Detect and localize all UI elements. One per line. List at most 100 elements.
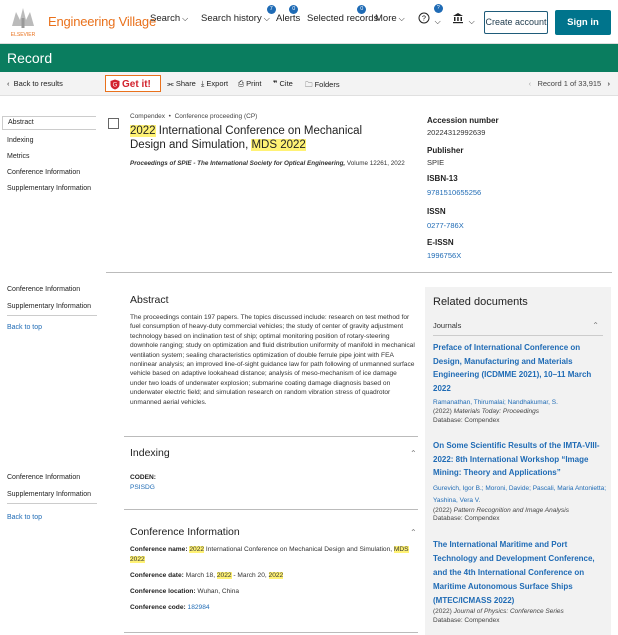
help-badge: ? [433,4,443,13]
nav-search-history[interactable]: Search history ⌵ 7 [201,5,276,24]
conference-date: Conference date: March 18, 2022 - March … [130,572,284,579]
coden-link[interactable]: PSISDG [130,483,415,493]
sidebar-item-supplementary-information[interactable]: Supplementary Information [7,303,91,310]
printer-icon: ⎙ [238,79,244,88]
isbn-link[interactable]: 9781510655256 [427,188,481,197]
document-type: Conference proceeding (CP) [174,113,258,120]
record-toolbar: ‹ Back to results G Get it! ⫘ Share ⤓ Ex… [0,72,618,96]
conference-heading[interactable]: Conference Information [130,526,240,538]
sidebar-item-supplementary-information[interactable]: Supplementary Information [7,491,91,498]
related-doc-journal: (2022) Materials Today: Proceedings [433,408,539,415]
institution-menu[interactable]: ⌵ [452,12,475,27]
nav-more[interactable]: More ⌵ [375,13,405,24]
sidebar-item-abstract[interactable]: Abstract [2,116,96,130]
related-doc-title[interactable]: On Some Scientific Results of the IMTA-V… [433,439,607,480]
svg-text:?: ? [422,16,426,23]
download-icon: ⤓ [201,79,205,88]
create-account-button[interactable]: Create account [484,11,548,34]
back-to-results-link[interactable]: ‹ Back to results [7,79,63,88]
folder-icon: 🗀 [305,80,313,89]
print-button[interactable]: ⎙ Print [238,79,262,89]
conference-location: Conference location: Wuhan, China [130,588,240,595]
sidebar-item-conference-information[interactable]: Conference Information [7,169,80,176]
sidebar-divider [7,315,97,316]
sidebar-item-metrics[interactable]: Metrics [7,153,30,160]
sidebar-item-conference-information[interactable]: Conference Information [7,474,80,481]
accession-number-value: 20224312992639 [427,128,486,137]
related-doc-item: Preface of International Conference on D… [433,341,607,425]
related-doc-title[interactable]: Preface of International Conference on D… [433,341,607,395]
related-doc-title[interactable]: The International Maritime and Port Tech… [433,538,607,608]
sidebar-item-indexing[interactable]: Indexing [7,137,33,144]
section-divider [124,509,418,510]
folders-button[interactable]: 🗀 Folders [305,79,340,92]
get-it-button[interactable]: G Get it! [105,75,161,92]
sidebar-divider [7,503,97,504]
page-title: Record [0,44,618,72]
record-source: Proceedings of SPIE - The International … [130,160,405,167]
sign-in-button[interactable]: Sign in [555,10,611,35]
back-to-top-link[interactable]: Back to top [7,324,42,331]
nav-search[interactable]: Search ⌵ [150,13,188,24]
related-doc-item: On Some Scientific Results of the IMTA-V… [433,439,607,524]
back-to-top-link[interactable]: Back to top [7,514,42,521]
share-icon: ⫘ [167,79,174,88]
issn-label: ISSN [427,207,446,216]
chevron-left-icon: ‹ [7,79,10,88]
sidebar-item-conference-information[interactable]: Conference Information [7,286,80,293]
chevron-down-icon: ⌵ [182,14,189,23]
record-meta: Compendex • Conference proceeding (CP) [130,113,257,120]
elsevier-logo[interactable]: ELSEVIER [6,4,40,38]
section-divider [124,436,418,437]
related-documents-heading: Related documents [433,296,528,308]
svg-text:ELSEVIER: ELSEVIER [11,32,36,38]
indexing-heading[interactable]: Indexing [130,447,170,459]
export-button[interactable]: ⤓ Export [201,79,228,89]
chevron-down-icon: ⌵ [468,17,475,26]
nav-selected-records[interactable]: Selected records 0 [307,5,378,24]
journals-toggle[interactable]: Journals [433,321,461,330]
collapse-chevron-icon[interactable]: ⌃ [592,321,599,330]
isbn-label: ISBN-13 [427,174,458,183]
sidebar-item-supplementary-information[interactable]: Supplementary Information [7,185,91,192]
previous-record-icon[interactable]: ‹ [529,79,532,88]
related-doc-authors[interactable]: Ramanathan, Thirumalai; Nandhakumar, S. [433,398,607,408]
source-title[interactable]: Proceedings of SPIE - The International … [130,160,345,167]
svg-text:G: G [113,82,118,88]
issn-link[interactable]: 0277-786X [427,221,464,230]
eissn-label: E-ISSN [427,238,454,247]
related-doc-journal: (2022) Journal of Physics: Conference Se… [433,608,564,615]
related-doc-item: The International Maritime and Port Tech… [433,538,607,625]
record-title: 2022 International Conference on Mechani… [130,125,363,151]
conference-name: Conference name: 2022 International Conf… [130,546,409,563]
help-icon: ? [418,12,430,24]
cite-button[interactable]: ❞ Cite [273,79,293,88]
chevron-down-icon: ⌵ [263,14,270,23]
related-doc-database: Database: Compendex [433,515,500,522]
conference-code: Conference code: 182984 [130,604,210,611]
publisher-label: Publisher [427,146,464,155]
collapse-chevron-icon[interactable]: ⌃ [410,449,417,458]
chevron-down-icon: ⌵ [398,14,405,23]
brand-name[interactable]: Engineering Village [48,14,156,29]
help-menu[interactable]: ? ⌵ ? [418,4,443,27]
share-button[interactable]: ⫘ Share [167,79,196,89]
conference-code-link[interactable]: 182984 [188,604,210,611]
select-record-checkbox[interactable] [108,118,119,129]
related-doc-journal: (2022) Pattern Recognition and Image Ana… [433,506,569,514]
panel-divider [433,335,603,336]
related-doc-database: Database: Compendex [433,616,500,624]
nav-alerts[interactable]: Alerts 0 [276,5,300,24]
section-divider [106,272,612,273]
next-record-icon[interactable]: › [608,79,611,88]
section-divider [124,632,418,633]
related-doc-authors[interactable]: Gurevich, Igor B.; Moroni, Davide; Pasca… [433,483,607,507]
abstract-heading: Abstract [130,294,169,306]
abstract-text: The proceedings contain 197 papers. The … [130,314,415,406]
collapse-chevron-icon[interactable]: ⌃ [410,528,417,537]
coden-label: CODEN: [130,474,157,481]
search-history-badge: 7 [266,5,276,14]
database-label: Compendex [130,113,166,120]
eissn-link[interactable]: 1996756X [427,251,461,260]
top-bar: ELSEVIER Engineering Village Search ⌵ Sea… [0,0,618,44]
